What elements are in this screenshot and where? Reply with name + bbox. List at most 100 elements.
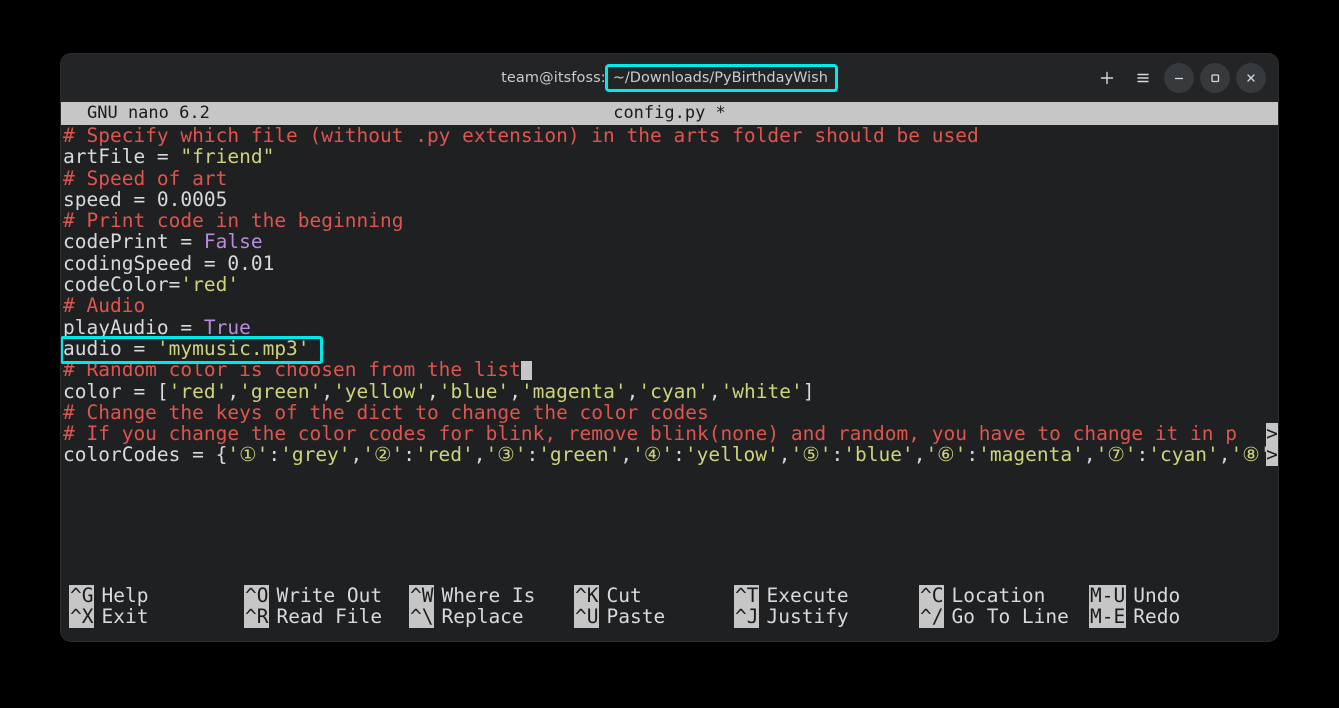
shortcut-key: ^U xyxy=(574,606,599,627)
code-token: '④' xyxy=(632,443,673,466)
code-token: : xyxy=(1137,443,1149,466)
editor-text-area[interactable]: # Specify which file (without .py extens… xyxy=(61,125,1278,577)
shortcut-key: ^C xyxy=(919,585,944,606)
code-token: '①' xyxy=(227,443,268,466)
maximize-button[interactable] xyxy=(1200,63,1230,93)
new-tab-icon[interactable] xyxy=(1092,63,1122,93)
line-overflow-marker: > xyxy=(1266,444,1278,465)
code-token: 'white' xyxy=(721,380,803,403)
shortcut-label: Write Out xyxy=(276,585,382,606)
code-token: 'magenta' xyxy=(978,443,1084,466)
code-token: , xyxy=(914,443,926,466)
code-token: '⑥' xyxy=(925,443,966,466)
code-token: 'cyan' xyxy=(638,380,708,403)
shortcut-item[interactable]: ^UPaste xyxy=(574,606,734,627)
code-line: colorCodes = {'①':'grey','②':'red','③':'… xyxy=(61,444,1278,465)
code-token: "friend" xyxy=(180,145,274,168)
shortcut-label: Help xyxy=(101,585,148,606)
code-token: : xyxy=(403,443,415,466)
code-token: ] xyxy=(803,380,815,403)
code-token: , xyxy=(351,443,363,466)
shortcut-key: ^\ xyxy=(409,606,434,627)
code-comment: # Random color is choosen from the list xyxy=(63,358,521,381)
shortcut-item[interactable]: ^T Execute xyxy=(734,585,919,606)
shortcut-label: Execute xyxy=(766,585,848,606)
code-token: : xyxy=(966,443,978,466)
shortcut-key: ^R xyxy=(244,606,269,627)
shortcut-item[interactable]: ^O Write Out xyxy=(244,585,409,606)
shortcut-key: ^J xyxy=(734,606,759,627)
code-token: 'red' xyxy=(415,443,474,466)
shortcut-label: Exit xyxy=(101,606,148,627)
code-token: 'mymusic.mp3' xyxy=(157,337,310,360)
title-path-text: ~/Downloads/PyBirthdayWish xyxy=(613,70,828,86)
shortcut-label: Read File xyxy=(276,606,382,627)
hamburger-menu-icon[interactable] xyxy=(1128,63,1158,93)
shortcut-item[interactable]: ^X Exit xyxy=(69,606,244,627)
shortcut-item[interactable]: ^R Read File xyxy=(244,606,409,627)
shortcut-item[interactable]: ^CLocation xyxy=(919,585,1089,606)
code-token: 'red' xyxy=(180,273,239,296)
nano-filename-label: config.py * xyxy=(613,102,726,125)
shortcut-item[interactable]: M-ERedo xyxy=(1089,606,1180,627)
shortcut-item[interactable]: ^\ Replace xyxy=(409,606,574,627)
code-token: , xyxy=(427,380,439,403)
shortcut-item[interactable]: ^JJustify xyxy=(734,606,919,627)
code-comment: # Print code in the beginning xyxy=(63,209,403,232)
minimize-button[interactable] xyxy=(1164,63,1194,93)
code-token: '②' xyxy=(362,443,403,466)
shortcut-item[interactable]: M-UUndo xyxy=(1089,585,1180,606)
close-button[interactable] xyxy=(1236,63,1266,93)
code-line: codingSpeed = 0.01 xyxy=(61,253,1278,274)
code-token: '⑦' xyxy=(1096,443,1137,466)
shortcut-label: Where Is xyxy=(441,585,535,606)
code-token: , xyxy=(1219,443,1231,466)
shortcut-key: ^T xyxy=(734,585,759,606)
code-token: 'red' xyxy=(169,380,228,403)
shortcut-item[interactable]: ^KCut xyxy=(574,585,734,606)
code-line: # Change the keys of the dict to change … xyxy=(61,402,1278,423)
code-lines-container: # Specify which file (without .py extens… xyxy=(61,125,1278,466)
shortcut-key: ^O xyxy=(244,585,269,606)
code-token: 'blue' xyxy=(843,443,913,466)
code-token: : xyxy=(526,443,538,466)
code-token: : xyxy=(673,443,685,466)
shortcut-column: ^G Help ^X Exit xyxy=(69,585,244,641)
shortcut-label: Replace xyxy=(441,606,523,627)
code-token: codingSpeed = xyxy=(63,252,227,275)
code-token: 'yellow' xyxy=(685,443,779,466)
shortcut-item[interactable]: ^/Go To Line xyxy=(919,606,1089,627)
code-line: # Specify which file (without .py extens… xyxy=(61,125,1278,146)
title-bar[interactable]: team@itsfoss: ~/Downloads/PyBirthdayWish xyxy=(61,54,1278,102)
code-token: 0.01 xyxy=(227,252,274,275)
shortcut-key: ^G xyxy=(69,585,94,606)
shortcut-column: ^T Execute^JJustify xyxy=(734,585,919,641)
code-token: '⑤' xyxy=(791,443,832,466)
code-comment: # Audio xyxy=(63,294,145,317)
code-token: artFile = xyxy=(63,145,180,168)
code-token: codeColor= xyxy=(63,273,180,296)
window-controls xyxy=(1092,54,1266,102)
code-comment: # Specify which file (without .py extens… xyxy=(63,125,979,147)
terminal-window: team@itsfoss: ~/Downloads/PyBirthdayWish xyxy=(61,54,1278,641)
shortcut-label: Redo xyxy=(1133,606,1180,627)
code-token: color = [ xyxy=(63,380,169,403)
shortcut-item[interactable]: ^WWhere Is xyxy=(409,585,574,606)
code-comment: # Speed of art xyxy=(63,167,227,190)
code-token: 'magenta' xyxy=(521,380,627,403)
code-token: , xyxy=(709,380,721,403)
nano-header-bar: GNU nano 6.2 config.py * xyxy=(61,102,1278,125)
code-token: 0.0005 xyxy=(157,188,227,211)
code-line: # Audio xyxy=(61,295,1278,316)
shortcut-label: Go To Line xyxy=(951,606,1068,627)
code-token: audio = xyxy=(63,337,157,360)
code-token: : xyxy=(268,443,280,466)
code-token: , xyxy=(1084,443,1096,466)
code-line: # Random color is choosen from the list xyxy=(61,359,1278,380)
shortcut-item[interactable]: ^G Help xyxy=(69,585,244,606)
code-token: 'grey' xyxy=(280,443,350,466)
code-token: , xyxy=(227,380,239,403)
nano-version-label: GNU nano 6.2 xyxy=(87,102,210,125)
shortcut-key: ^X xyxy=(69,606,94,627)
code-token: : xyxy=(831,443,843,466)
